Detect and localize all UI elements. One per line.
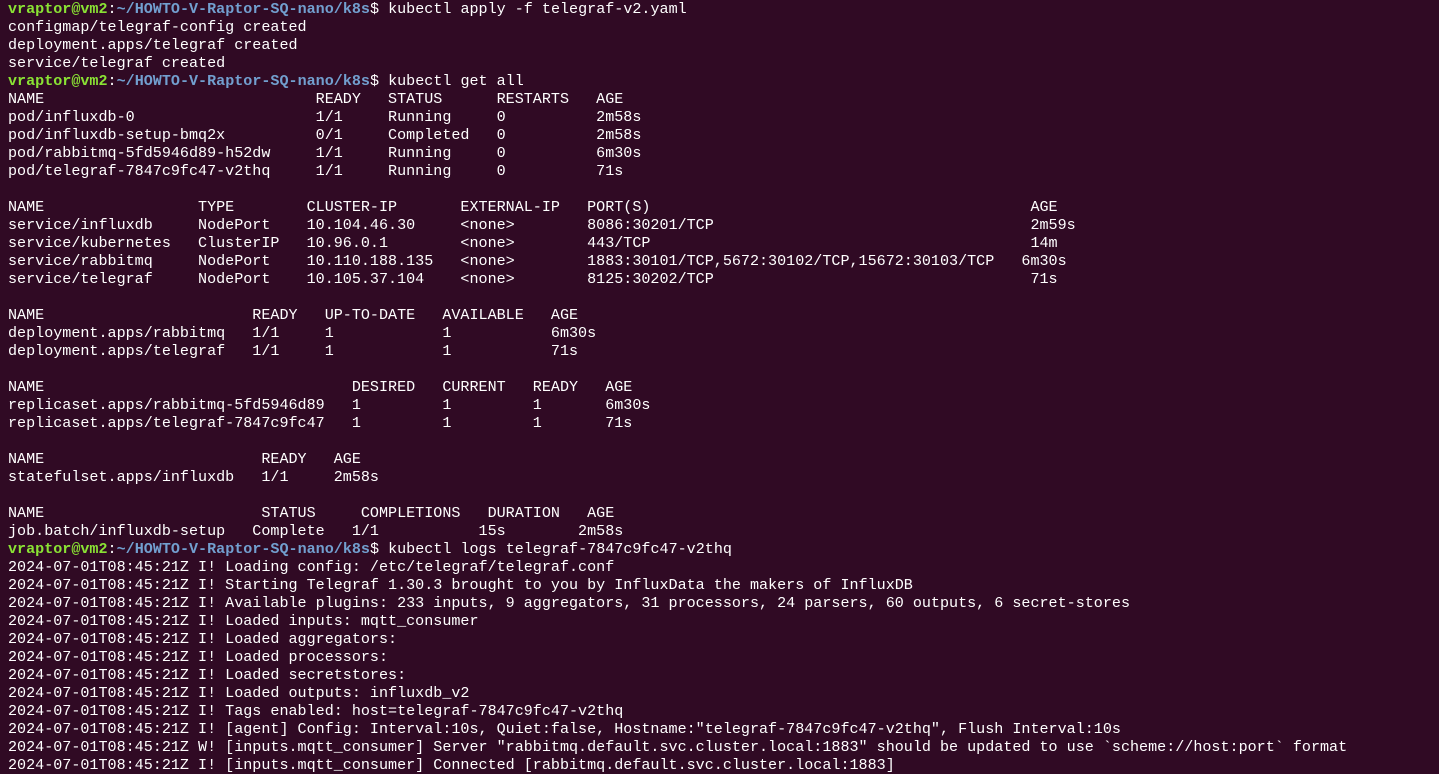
pod-row: pod/rabbitmq-5fd5946d89-h52dw 1/1 Runnin…: [8, 144, 642, 162]
terminal-window[interactable]: vraptor@vm2:~/HOWTO-V-Raptor-SQ-nano/k8s…: [0, 0, 1439, 774]
output-line: configmap/telegraf-config created: [8, 18, 307, 36]
pod-row: pod/telegraf-7847c9fc47-v2thq 1/1 Runnin…: [8, 162, 624, 180]
deployments-header: NAME READY UP-TO-DATE AVAILABLE AGE: [8, 306, 579, 324]
deployment-row: deployment.apps/rabbitmq 1/1 1 1 6m30s: [8, 324, 597, 342]
statefulset-row: statefulset.apps/influxdb 1/1 2m58s: [8, 468, 379, 486]
prompt-symbol: $: [369, 72, 389, 90]
log-line: 2024-07-01T08:45:21Z I! [agent] Config: …: [8, 720, 1121, 738]
log-line: 2024-07-01T08:45:21Z I! Available plugin…: [8, 594, 1130, 612]
service-row: service/telegraf NodePort 10.105.37.104 …: [8, 270, 1058, 288]
prompt-separator: :: [107, 72, 117, 90]
prompt-line: vraptor@vm2:~/HOWTO-V-Raptor-SQ-nano/k8s…: [8, 0, 1439, 18]
job-row: job.batch/influxdb-setup Complete 1/1 15…: [8, 522, 624, 540]
replicaset-row: replicaset.apps/telegraf-7847c9fc47 1 1 …: [8, 414, 633, 432]
pods-header: NAME READY STATUS RESTARTS AGE: [8, 90, 624, 108]
log-line: 2024-07-01T08:45:21Z I! Loaded inputs: m…: [8, 612, 479, 630]
prompt-user-host: vraptor@vm2: [8, 72, 108, 90]
pod-row: pod/influxdb-setup-bmq2x 0/1 Completed 0…: [8, 126, 642, 144]
replicasets-header: NAME DESIRED CURRENT READY AGE: [8, 378, 633, 396]
prompt-user-host: vraptor@vm2: [8, 540, 108, 558]
output-line: deployment.apps/telegraf created: [8, 36, 298, 54]
service-row: service/influxdb NodePort 10.104.46.30 <…: [8, 216, 1076, 234]
prompt-symbol: $: [369, 0, 389, 18]
output-line: service/telegraf created: [8, 54, 226, 72]
prompt-line: vraptor@vm2:~/HOWTO-V-Raptor-SQ-nano/k8s…: [8, 540, 1439, 558]
prompt-separator: :: [107, 0, 117, 18]
log-line: 2024-07-01T08:45:21Z I! Starting Telegra…: [8, 576, 913, 594]
service-row: service/rabbitmq NodePort 10.110.188.135…: [8, 252, 1067, 270]
prompt-path: ~/HOWTO-V-Raptor-SQ-nano/k8s: [116, 72, 370, 90]
pod-row: pod/influxdb-0 1/1 Running 0 2m58s: [8, 108, 642, 126]
log-line: 2024-07-01T08:45:21Z I! Loaded secretsto…: [8, 666, 407, 684]
prompt-user-host: vraptor@vm2: [8, 0, 108, 18]
prompt-path: ~/HOWTO-V-Raptor-SQ-nano/k8s: [116, 540, 370, 558]
log-line: 2024-07-01T08:45:21Z I! Loaded outputs: …: [8, 684, 470, 702]
statefulsets-header: NAME READY AGE: [8, 450, 361, 468]
log-line: 2024-07-01T08:45:21Z I! Tags enabled: ho…: [8, 702, 624, 720]
command-text: kubectl get all: [388, 72, 524, 90]
jobs-header: NAME STATUS COMPLETIONS DURATION AGE: [8, 504, 615, 522]
command-text: kubectl logs telegraf-7847c9fc47-v2thq: [388, 540, 732, 558]
replicaset-row: replicaset.apps/rabbitmq-5fd5946d89 1 1 …: [8, 396, 651, 414]
prompt-path: ~/HOWTO-V-Raptor-SQ-nano/k8s: [116, 0, 370, 18]
prompt-symbol: $: [369, 540, 389, 558]
service-row: service/kubernetes ClusterIP 10.96.0.1 <…: [8, 234, 1058, 252]
command-text: kubectl apply -f telegraf-v2.yaml: [388, 0, 687, 18]
prompt-separator: :: [107, 540, 117, 558]
prompt-line: vraptor@vm2:~/HOWTO-V-Raptor-SQ-nano/k8s…: [8, 72, 1439, 90]
deployment-row: deployment.apps/telegraf 1/1 1 1 71s: [8, 342, 579, 360]
services-header: NAME TYPE CLUSTER-IP EXTERNAL-IP PORT(S)…: [8, 198, 1058, 216]
log-line: 2024-07-01T08:45:21Z I! Loaded processor…: [8, 648, 389, 666]
log-line: 2024-07-01T08:45:21Z I! Loaded aggregato…: [8, 630, 398, 648]
log-line: 2024-07-01T08:45:21Z I! Loading config: …: [8, 558, 615, 576]
log-line: 2024-07-01T08:45:21Z I! [inputs.mqtt_con…: [8, 756, 895, 774]
log-line-warning: 2024-07-01T08:45:21Z W! [inputs.mqtt_con…: [8, 738, 1348, 756]
